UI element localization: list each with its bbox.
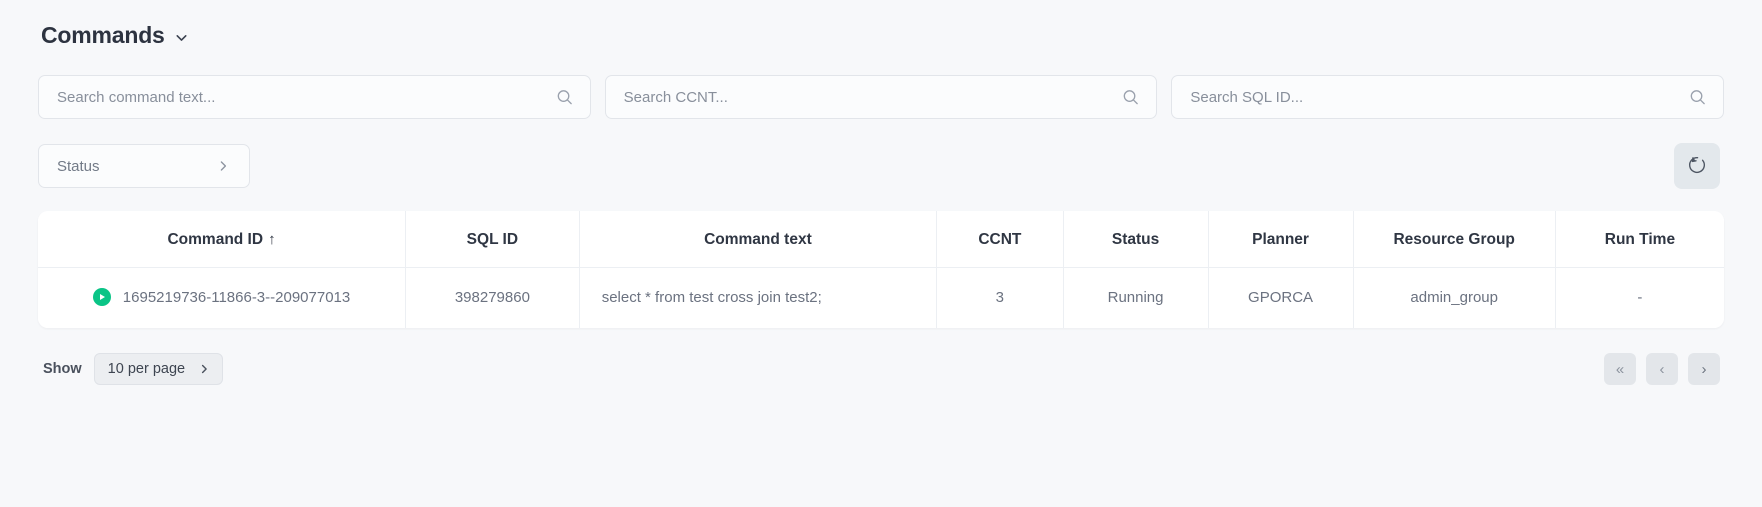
filter-row: Status xyxy=(38,143,1724,189)
cell-status: Running xyxy=(1063,268,1208,329)
command-id-value: 1695219736-11866-3--209077013 xyxy=(123,289,350,306)
sort-ascending-icon[interactable]: ↑ xyxy=(268,231,276,248)
next-page-button[interactable]: › xyxy=(1688,353,1720,385)
page-header: Commands xyxy=(38,0,1724,49)
commands-page: Commands xyxy=(0,0,1762,507)
column-header-label: SQL ID xyxy=(467,231,518,248)
column-header-label: CCNT xyxy=(978,231,1021,248)
running-play-icon xyxy=(93,288,111,306)
search-sql-id-field[interactable] xyxy=(1171,75,1724,119)
pagination-controls: « ‹ › xyxy=(1604,353,1720,385)
refresh-icon xyxy=(1686,154,1708,179)
search-command-text-field[interactable] xyxy=(38,75,591,119)
search-row xyxy=(38,75,1724,119)
column-header-command-id[interactable]: Command ID ↑ xyxy=(38,211,406,268)
column-header-label: Resource Group xyxy=(1393,231,1514,248)
cell-command-text: select * from test cross join test2; xyxy=(579,268,936,329)
status-filter-dropdown[interactable]: Status xyxy=(38,144,250,188)
column-header-label: Command ID xyxy=(167,231,263,248)
page-size-value: 10 per page xyxy=(108,361,185,377)
column-header-label: Status xyxy=(1112,231,1159,248)
table-header-row: Command ID ↑ SQL ID Command text CCNT Sta… xyxy=(38,211,1724,268)
column-header-planner[interactable]: Planner xyxy=(1208,211,1353,268)
column-header-run-time[interactable]: Run Time xyxy=(1555,211,1724,268)
cell-sql-id: 398279860 xyxy=(406,268,580,329)
column-header-label: Planner xyxy=(1252,231,1309,248)
table-header: Command ID ↑ SQL ID Command text CCNT Sta… xyxy=(38,211,1724,268)
cell-command-id: 1695219736-11866-3--209077013 xyxy=(38,268,406,329)
search-icon[interactable] xyxy=(555,88,574,107)
search-icon[interactable] xyxy=(1688,88,1707,107)
column-header-sql-id[interactable]: SQL ID xyxy=(406,211,580,268)
chevron-right-icon xyxy=(197,362,211,376)
search-command-text-input[interactable] xyxy=(39,76,590,118)
cell-run-time: - xyxy=(1555,268,1724,329)
cell-ccnt: 3 xyxy=(937,268,1063,329)
cell-planner: GPORCA xyxy=(1208,268,1353,329)
first-page-button[interactable]: « xyxy=(1604,353,1636,385)
show-label: Show xyxy=(43,361,82,377)
previous-page-button[interactable]: ‹ xyxy=(1646,353,1678,385)
column-header-command-text[interactable]: Command text xyxy=(579,211,936,268)
status-filter-label: Status xyxy=(57,158,100,175)
search-ccnt-input[interactable] xyxy=(606,76,1157,118)
cell-resource-group: admin_group xyxy=(1353,268,1555,329)
commands-table: Command ID ↑ SQL ID Command text CCNT Sta… xyxy=(38,211,1724,328)
column-header-ccnt[interactable]: CCNT xyxy=(937,211,1063,268)
commands-table-card: Command ID ↑ SQL ID Command text CCNT Sta… xyxy=(38,211,1724,328)
table-body: 1695219736-11866-3--209077013 398279860 … xyxy=(38,268,1724,329)
column-header-resource-group[interactable]: Resource Group xyxy=(1353,211,1555,268)
refresh-button[interactable] xyxy=(1674,143,1720,189)
chevron-down-icon[interactable] xyxy=(173,29,190,46)
column-header-status[interactable]: Status xyxy=(1063,211,1208,268)
page-size-group: Show 10 per page xyxy=(38,353,223,385)
search-ccnt-field[interactable] xyxy=(605,75,1158,119)
table-footer: Show 10 per page « ‹ › xyxy=(38,353,1724,385)
search-icon[interactable] xyxy=(1121,88,1140,107)
search-sql-id-input[interactable] xyxy=(1172,76,1723,118)
page-size-dropdown[interactable]: 10 per page xyxy=(94,353,223,385)
column-header-label: Command text xyxy=(704,231,812,248)
chevron-right-icon xyxy=(215,158,231,174)
table-row[interactable]: 1695219736-11866-3--209077013 398279860 … xyxy=(38,268,1724,329)
column-header-label: Run Time xyxy=(1605,231,1675,248)
page-title: Commands xyxy=(41,22,165,49)
